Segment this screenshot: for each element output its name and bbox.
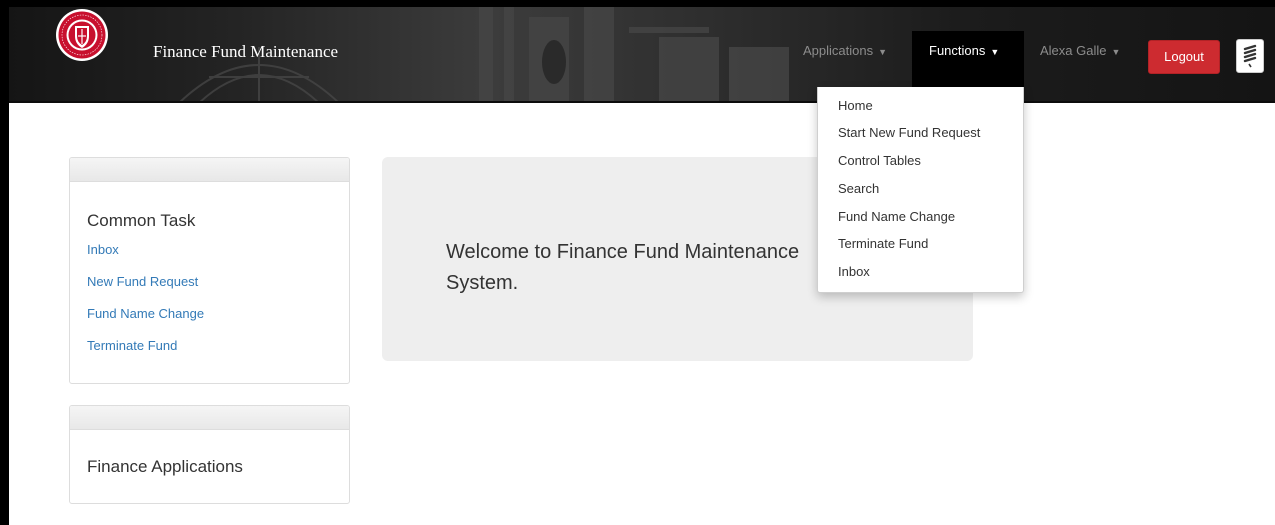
menu-item-inbox[interactable]: Inbox [838, 264, 870, 280]
applications-label: Applications [803, 43, 874, 58]
navbar-bottom-border [9, 101, 1275, 103]
caret-down-icon: ▼ [990, 47, 1000, 57]
panel-heading [70, 406, 349, 430]
university-seal-icon[interactable] [55, 8, 109, 62]
link-terminate-fund[interactable]: Terminate Fund [87, 338, 177, 354]
menu-item-terminate-fund[interactable]: Terminate Fund [838, 236, 928, 252]
logout-button[interactable]: Logout [1148, 40, 1220, 74]
menu-item-search[interactable]: Search [838, 181, 879, 197]
functions-menu[interactable]: Functions ▼ [929, 43, 999, 60]
menu-item-start-new-fund-request[interactable]: Start New Fund Request [838, 125, 980, 141]
panel-heading [70, 158, 349, 182]
user-name: Alexa Galle [1040, 43, 1107, 58]
welcome-message: Welcome to Finance Fund Maintenance Syst… [446, 241, 800, 294]
functions-label: Functions [929, 43, 986, 58]
hamburger-icon [1243, 44, 1257, 68]
applications-menu[interactable]: Applications ▼ [803, 43, 887, 60]
link-inbox[interactable]: Inbox [87, 242, 119, 258]
finance-applications-title: Finance Applications [87, 457, 243, 476]
app-title[interactable]: Finance Fund Maintenance [153, 42, 338, 62]
menu-item-home[interactable]: Home [838, 98, 873, 114]
window-frame-left [0, 0, 9, 525]
user-menu[interactable]: Alexa Galle ▼ [1040, 43, 1120, 60]
window-frame-top [0, 0, 1275, 7]
caret-down-icon: ▼ [878, 47, 888, 57]
link-new-fund-request[interactable]: New Fund Request [87, 274, 198, 290]
common-task-title: Common Task [87, 211, 196, 230]
menu-toggle-button[interactable] [1236, 39, 1264, 73]
menu-item-control-tables[interactable]: Control Tables [838, 153, 921, 169]
functions-dropdown-menu: Home Start New Fund Request Control Tabl… [817, 87, 1024, 293]
common-task-panel: Common Task Inbox New Fund Request Fund … [69, 157, 350, 384]
link-fund-name-change[interactable]: Fund Name Change [87, 306, 204, 322]
caret-down-icon: ▼ [1111, 47, 1121, 57]
menu-item-fund-name-change[interactable]: Fund Name Change [838, 209, 955, 225]
finance-applications-panel: Finance Applications [69, 405, 350, 504]
